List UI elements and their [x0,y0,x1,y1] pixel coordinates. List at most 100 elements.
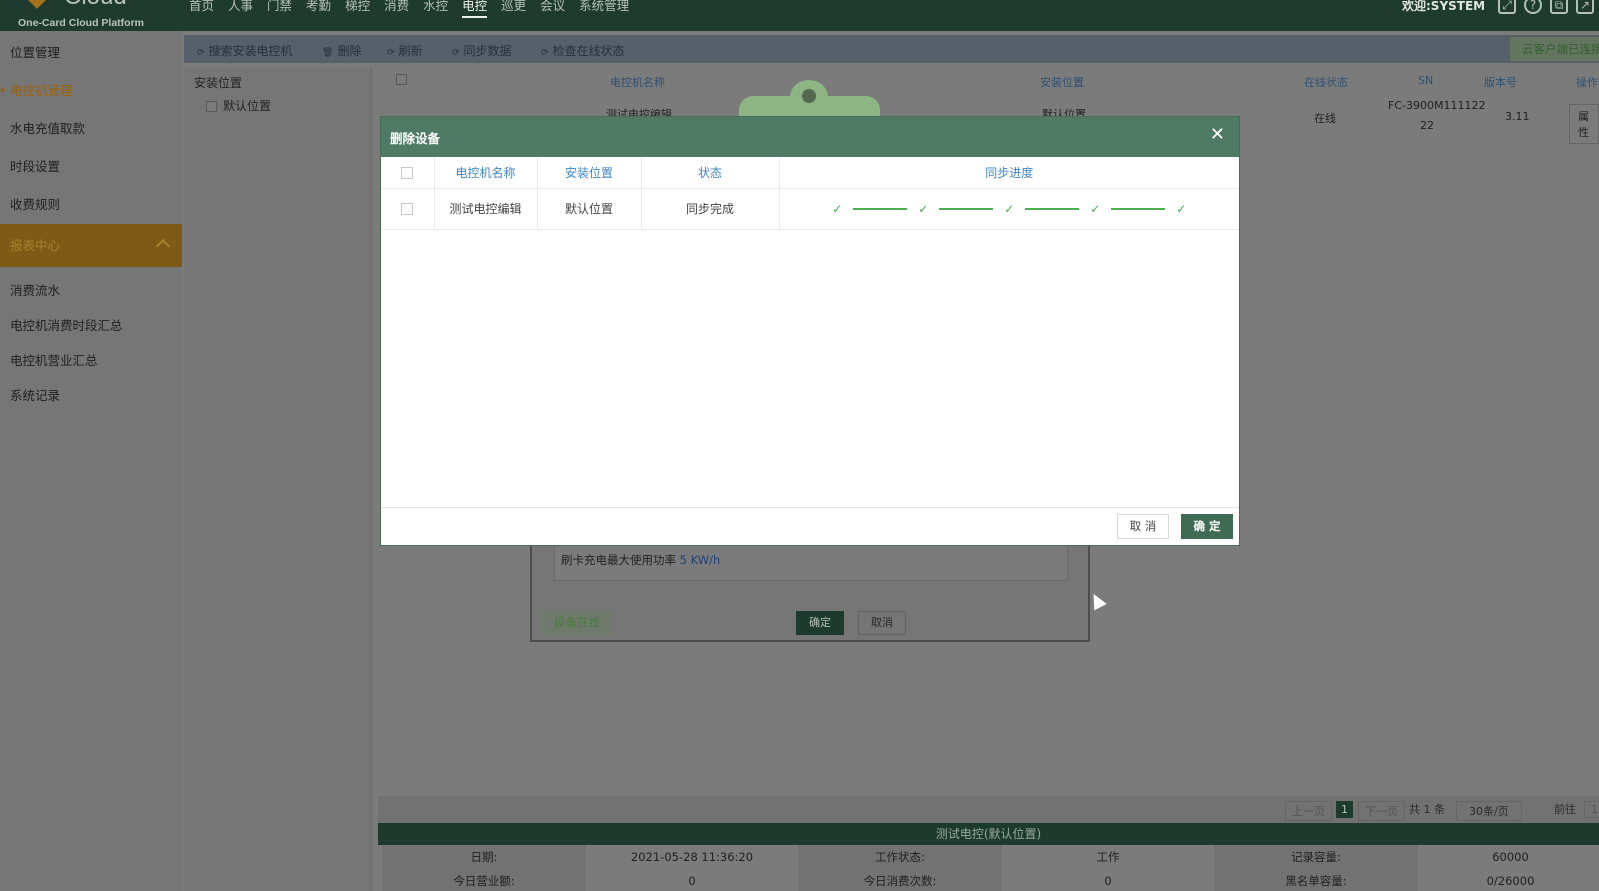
check-online-label: 检查在线状态 [552,44,625,58]
sidebar-item-flow[interactable]: 消费流水 [0,272,182,309]
modal-cancel-button[interactable]: 取 消 [1117,514,1169,539]
select-all-checkbox[interactable] [396,74,407,85]
refresh-label: 刷新 [398,44,423,58]
tree-node-checkbox[interactable] [206,101,217,112]
goto-input[interactable]: 1 [1584,801,1599,818]
nav-hr[interactable]: 人事 [228,0,253,18]
welcome-text: 欢迎:SYSTEM [1402,0,1486,13]
power-info: 刷卡充电最大使用功率 5 KW/h [554,543,1068,581]
header-checkbox-cell [381,157,435,189]
row-checkbox-cell [381,188,435,230]
blacklist-value: 0/26000 [1486,874,1535,888]
search-device-button[interactable]: ⟳ 搜索安装电控机 [197,42,293,59]
dialog-ok-button[interactable]: 确定 [796,611,844,635]
nav-electric[interactable]: 电控 [462,0,488,18]
sidebar-item-rules[interactable]: 收费规则 [0,186,182,223]
delete-button[interactable]: 🗑 删除 [322,42,361,59]
page-1-button[interactable]: 1 [1336,801,1353,818]
nav-system[interactable]: 系统管理 [579,0,629,18]
modal-header: 删除设备 ✕ [381,117,1239,157]
nav-attendance[interactable]: 考勤 [306,0,331,18]
sidebar-item-device[interactable]: 电控机管理 [0,72,182,109]
progress-line [939,207,994,210]
sync-data-label: 同步数据 [463,44,512,58]
help-icon[interactable]: ? [1524,0,1542,14]
properties-button[interactable]: 属性 [1569,104,1599,144]
row-sn-line2: 22 [1420,119,1434,132]
col-online: 在线状态 [1304,76,1348,89]
progress-line [1111,207,1166,210]
nav-patrol[interactable]: 巡更 [501,0,526,18]
dialog-cancel-button[interactable]: 取消 [858,611,906,635]
turnover-label: 今日营业额: [382,869,586,891]
modal-confirm-button[interactable]: 确 定 [1181,514,1233,539]
progress-line [853,207,908,210]
row-sn-line1: FC-3900M111122 [1388,99,1486,112]
page-size-select[interactable]: 30条/页 [1456,801,1522,821]
device-online-badge: 设备在线 [542,610,612,634]
modal-footer: 取 消 确 定 [381,507,1239,545]
progress-line [1025,207,1080,210]
col-location: 安装位置 [1040,76,1084,89]
toolbar: ⟳ 搜索安装电控机 🗑 删除 ⟳ 刷新 ⟳ 同步数据 ⟳ 检查在线状态 [184,35,1599,63]
prev-page-button[interactable]: 上一页 [1285,801,1332,821]
check-icon: ✓ [832,201,843,216]
sync-icon: ⟳ [452,48,460,58]
tree-header: 安装位置 [194,76,243,90]
switch-icon[interactable]: ⧉ [1550,0,1568,14]
nav-consumption[interactable]: 消费 [384,0,409,18]
check-online-button[interactable]: ⟳ 检查在线状态 [541,42,625,59]
sync-data-button[interactable]: ⟳ 同步数据 [452,42,512,59]
col-action: 操作 [1576,76,1598,89]
logo-word: Cloud [64,0,127,11]
power-info-value: 5 KW/h [679,553,721,567]
next-page-button[interactable]: 下一页 [1358,801,1405,821]
col-sync-progress: 同步进度 [779,157,1239,189]
close-icon[interactable]: ✕ [1210,125,1225,145]
total-count: 共 1 条 [1409,803,1445,816]
power-info-label: 刷卡充电最大使用功率 [561,553,680,567]
nav-access[interactable]: 门禁 [267,0,292,18]
install-location-cell: 默认位置 [537,188,642,230]
select-all-checkbox[interactable] [401,166,414,179]
tree-node[interactable]: 默认位置 [206,97,271,114]
check-icon: ✓ [1004,201,1015,216]
detail-grid: 日期: 2021-05-28 11:36:20 工作状态: 工作 记录容量: 6… [378,845,1599,891]
sidebar-item-timeslot[interactable]: 时段设置 [0,148,182,185]
search-device-label: 搜索安装电控机 [208,44,293,58]
work-status-value: 工作 [1096,850,1120,864]
sidebar-item-period-summary[interactable]: 电控机消费时段汇总 [0,307,182,344]
sidebar-item-recharge[interactable]: 水电充值取款 [0,110,182,147]
device-name-cell: 测试电控编辑 [434,188,538,230]
refresh-button[interactable]: ⟳ 刷新 [387,42,423,59]
nav-meeting[interactable]: 会议 [540,0,565,18]
date-value: 2021-05-28 11:36:20 [630,850,754,864]
nav-home[interactable]: 首页 [189,0,214,18]
modal-title: 删除设备 [390,131,441,146]
consume-count-value: 0 [1104,874,1112,888]
chevron-up-icon [155,238,171,254]
col-status: 状态 [641,157,780,189]
nav-elevator[interactable]: 梯控 [345,0,370,18]
row-version: 3.11 [1505,110,1530,123]
row-status: 在线 [1314,112,1336,125]
goto-label: 前往 [1554,803,1576,816]
logout-icon[interactable]: ↗ [1576,0,1594,14]
row-checkbox[interactable] [401,203,414,215]
logo-mark-icon [27,0,47,9]
sidebar-group-label: 报表中心 [10,238,61,253]
sidebar-item-business-summary[interactable]: 电控机营业汇总 [0,342,182,379]
refresh-icon: ⟳ [197,48,205,58]
sidebar-group-reports[interactable]: 报表中心 [0,224,182,267]
sidebar-item-location[interactable]: 位置管理 [0,34,182,71]
record-capacity-label: 记录容量: [1214,845,1418,869]
logo-subtitle: One-Card Cloud Platform [18,17,145,29]
fullscreen-icon[interactable]: ⤢ [1498,0,1516,14]
tree-node-label: 默认位置 [223,99,272,113]
sidebar: 位置管理 电控机管理 水电充值取款 时段设置 收费规则 报表中心 消费流水 电控… [0,31,182,891]
nav-water[interactable]: 水控 [423,0,448,18]
sidebar-item-system-log[interactable]: 系统记录 [0,377,182,414]
col-name: 电控机名称 [610,76,665,89]
turnover-value: 0 [688,874,696,888]
sync-table: 电控机名称 安装位置 状态 同步进度 测试电控编辑 默认位置 同步完成 ✓ ✓ … [381,157,1239,230]
